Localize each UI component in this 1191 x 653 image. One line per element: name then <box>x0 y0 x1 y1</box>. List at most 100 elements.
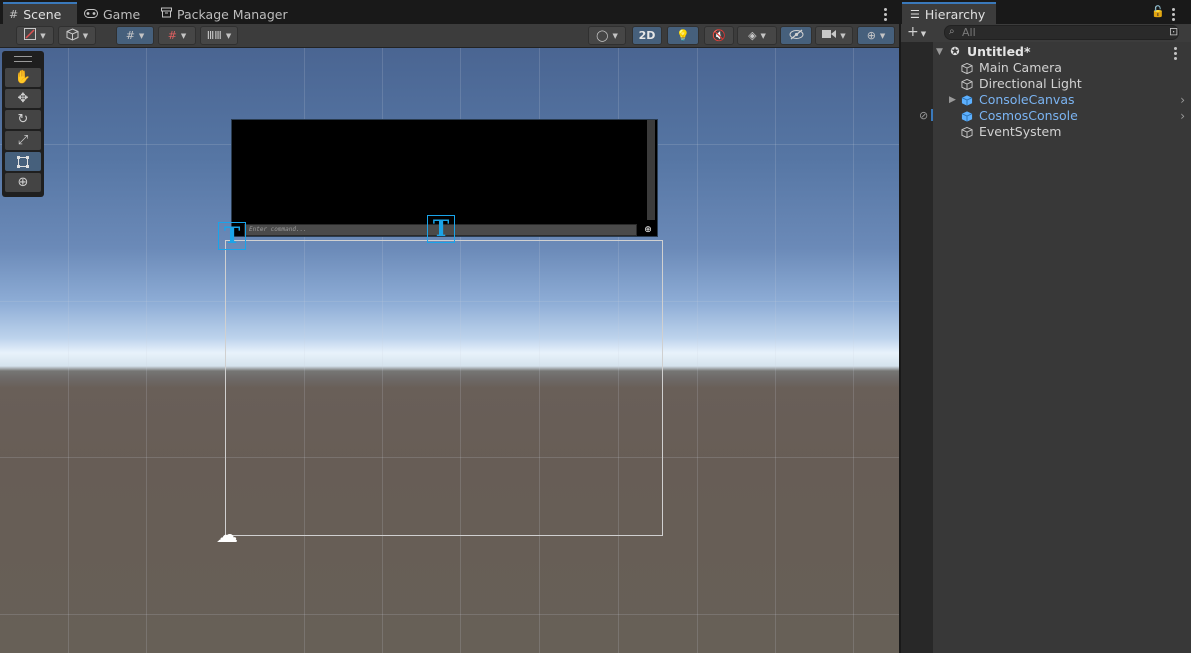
chevron-down-icon: ▼ <box>180 31 187 40</box>
gameobject-cube-icon <box>961 126 973 138</box>
search-icon: ⌕ <box>949 26 955 37</box>
visibility-hidden-icon[interactable]: ⊘ <box>919 109 928 122</box>
tab-package-manager[interactable]: Package Manager <box>161 4 288 24</box>
layers-icon: ◈ <box>748 29 757 42</box>
grid-line <box>68 48 69 653</box>
hierarchy-item-directional-light[interactable]: Directional Light <box>933 76 1191 92</box>
gizmo-icon: ⊕ <box>866 29 876 42</box>
shaded-mode-icon <box>24 28 37 43</box>
move-tool-icon[interactable]: ✥ <box>5 89 41 108</box>
draw-mode-dropdown[interactable]: ▼ <box>16 26 54 45</box>
grid-line <box>0 614 899 615</box>
expand-arrow-icon[interactable]: ▶ <box>949 92 956 108</box>
lighting-toggle[interactable]: 💡 <box>667 26 699 45</box>
hierarchy-item-event-system[interactable]: EventSystem <box>933 124 1191 140</box>
tab-package-manager-label: Package Manager <box>177 6 288 22</box>
tab-game-label: Game <box>103 6 141 22</box>
scene-tab-bar: # Scene Game Package Manager <box>0 0 899 25</box>
video-camera-icon <box>822 29 837 42</box>
scene-more-icon[interactable] <box>884 8 887 23</box>
scene-root-row[interactable]: ▼ ✪ Untitled* <box>933 44 1191 60</box>
audio-toggle[interactable]: 🔇 <box>704 26 734 45</box>
lock-icon[interactable]: 🔓 <box>1151 5 1165 18</box>
lightbulb-icon: 💡 <box>676 29 690 42</box>
grid-line <box>853 48 854 653</box>
scene-viewport[interactable]: Enter command... ⊕ T T ☁ <box>0 48 899 653</box>
hand-tool-icon[interactable]: ✋ <box>5 68 41 87</box>
text-gizmo-icon[interactable]: T <box>427 215 455 243</box>
chevron-down-icon: ▼ <box>760 31 766 40</box>
scene-toolbar: ▼ ▼ # ▼ # ▼ ⅢⅢ ▼ ◯ ▼ 2D 💡 🔇 ◈ ▼ ▼ ⊕ ▼ <box>0 24 899 48</box>
tab-scene[interactable]: # Scene <box>3 2 77 24</box>
hierarchy-item-console-canvas[interactable]: ▶ ConsoleCanvas › <box>933 92 1191 108</box>
chevron-down-icon: ▼ <box>40 31 46 40</box>
ruler-icon: ⅢⅢ <box>206 29 222 42</box>
search-options-icon[interactable]: ⊡ <box>1169 25 1178 38</box>
package-icon <box>161 7 172 21</box>
hierarchy-item-label: Directional Light <box>979 76 1082 91</box>
hierarchy-item-main-camera[interactable]: Main Camera <box>933 60 1191 76</box>
visibility-toggle[interactable] <box>780 26 812 45</box>
hierarchy-toolbar: + ▼ All ⌕ ⊡ <box>901 24 1191 42</box>
rotate-tool-icon[interactable]: ↻ <box>5 110 41 129</box>
hierarchy-item-label: EventSystem <box>979 124 1062 139</box>
chevron-down-icon: ▼ <box>879 31 886 40</box>
hierarchy-tree: ⊘ ▼ ✪ Untitled* Main Camera Directional … <box>901 42 1191 653</box>
chevron-right-icon[interactable]: › <box>1180 92 1185 108</box>
add-icon[interactable]: + ▼ <box>907 24 926 40</box>
camera-settings-dropdown[interactable]: ▼ <box>815 26 853 45</box>
palette-grip[interactable] <box>14 56 32 62</box>
rect-tool-icon[interactable] <box>5 152 41 171</box>
transform-tool-icon[interactable]: ⊕ <box>5 173 41 192</box>
chevron-down-icon: ▼ <box>840 31 846 40</box>
console-submit-icon[interactable]: ⊕ <box>640 223 656 237</box>
chevron-down-icon: ▼ <box>612 31 618 40</box>
prefab-cube-icon <box>961 110 973 122</box>
tab-game[interactable]: Game <box>84 4 140 24</box>
orbit-icon: ◯ <box>596 29 609 42</box>
canvas-bounds[interactable] <box>225 240 663 536</box>
audio-muted-icon: 🔇 <box>712 29 726 42</box>
hierarchy-item-label: ConsoleCanvas <box>979 92 1075 107</box>
text-gizmo-icon[interactable]: T <box>218 222 246 250</box>
hierarchy-item-cosmos-console[interactable]: CosmosConsole › <box>933 108 1191 124</box>
grid-icon: # <box>125 29 135 42</box>
grid-line <box>775 48 776 653</box>
directional-light-icon[interactable]: ☁ <box>212 522 242 550</box>
grid-line <box>146 48 147 653</box>
chevron-down-icon: ▼ <box>82 31 89 40</box>
hierarchy-more-icon[interactable] <box>1172 8 1175 23</box>
hierarchy-search-input[interactable]: All <box>944 25 1179 40</box>
chevron-right-icon[interactable]: › <box>1180 108 1185 124</box>
chevron-down-icon: ▼ <box>138 31 145 40</box>
snap-increment-dropdown[interactable]: # ▼ <box>158 26 196 45</box>
ruler-dropdown[interactable]: ⅢⅢ ▼ <box>200 26 238 45</box>
expand-arrow-icon[interactable]: ▼ <box>936 44 943 60</box>
tab-hierarchy-label: Hierarchy <box>924 6 986 22</box>
toggle-2d-button[interactable]: 2D <box>632 26 662 45</box>
chevron-down-icon: ▼ <box>920 30 927 38</box>
hierarchy-item-label: CosmosConsole <box>979 108 1078 123</box>
gameobject-cube-icon <box>961 78 973 90</box>
tab-hierarchy[interactable]: ☰ Hierarchy <box>902 2 996 24</box>
gizmos-dropdown[interactable]: ⊕ ▼ <box>857 26 895 45</box>
grid-snap-dropdown[interactable]: # ▼ <box>116 26 154 45</box>
scene-name: Untitled* <box>967 44 1031 59</box>
chevron-down-icon: ▼ <box>225 31 232 40</box>
render-mode-dropdown[interactable]: ▼ <box>58 26 96 45</box>
snap-icon: # <box>167 29 177 42</box>
scene-window: # Scene Game Package Manager ▼ ▼ # ▼ # ▼… <box>0 0 899 653</box>
tool-palette: ✋ ✥ ↻ ⤢ ⊕ <box>2 51 44 197</box>
eye-hidden-icon <box>789 28 804 43</box>
effects-dropdown[interactable]: ◈ ▼ <box>737 26 777 45</box>
hierarchy-gutter <box>901 42 933 653</box>
hierarchy-tab-bar: ☰ Hierarchy 🔓 <box>901 0 1191 24</box>
unity-scene-icon: ✪ <box>950 45 960 58</box>
hierarchy-item-label: Main Camera <box>979 60 1062 75</box>
grid-line <box>697 48 698 653</box>
console-scrollbar[interactable] <box>647 120 655 220</box>
prefab-cube-icon <box>961 94 973 106</box>
scene-camera-dropdown[interactable]: ◯ ▼ <box>588 26 626 45</box>
gameobject-cube-icon <box>961 62 973 74</box>
scale-tool-icon[interactable]: ⤢ <box>5 131 41 150</box>
